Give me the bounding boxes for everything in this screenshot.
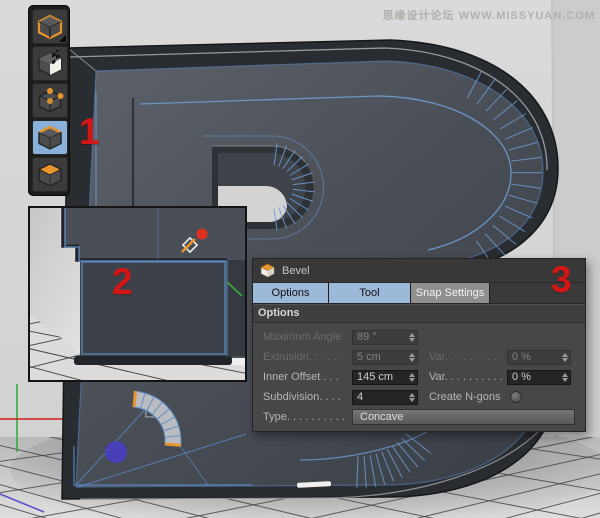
extrusion-row: Extrusion. . . . . . 5 cm Var. . . . . .… (263, 347, 579, 367)
edges-mode-button[interactable] (32, 120, 68, 155)
inner-offset-label: Inner Offset . . . (263, 371, 352, 383)
annotation-step-1: 1 (79, 113, 100, 150)
maximum-angle-label: Maximum Angle (263, 331, 352, 343)
bevel-cube-icon (260, 263, 275, 278)
dialog-titlebar[interactable]: Bevel (253, 259, 585, 283)
points-mode-icon (36, 87, 64, 115)
watermark-text: 思缘设计论坛 WWW.MISSYUAN.COM (383, 7, 595, 23)
points-mode-button[interactable] (32, 83, 68, 118)
type-dropdown[interactable]: Concave (352, 409, 575, 425)
inset-geometry (61, 208, 245, 365)
spinner[interactable] (562, 373, 568, 382)
inner-offset-var-label: Var. . . . . . . . . . (429, 371, 507, 383)
type-row: Type. . . . . . . . . . Concave (263, 407, 579, 427)
polygons-mode-icon (36, 161, 64, 189)
spinner[interactable] (562, 353, 568, 362)
subdivision-label: Subdivision. . . . (263, 391, 352, 403)
spinner[interactable] (409, 353, 415, 362)
tab-tool[interactable]: Tool (329, 283, 411, 303)
dialog-tabs: Options Tool Snap Settings (253, 283, 585, 304)
flyout-corner (59, 35, 66, 42)
polygons-mode-button[interactable] (32, 157, 68, 192)
blue-point-handle[interactable] (105, 441, 127, 463)
extrusion-label: Extrusion. . . . . . (263, 351, 352, 363)
make-editable-button[interactable] (32, 9, 68, 44)
spinner[interactable] (409, 373, 415, 382)
edges-mode-icon (36, 124, 64, 152)
annotation-step-2: 2 (112, 263, 133, 300)
extrusion-var-label: Var. . . . . . . . . . (429, 351, 507, 363)
tab-snap-settings[interactable]: Snap Settings (411, 283, 490, 303)
subdivision-field[interactable]: 4 (352, 390, 418, 405)
maximum-angle-field[interactable]: 89 ° (352, 330, 418, 345)
inner-offset-field[interactable]: 145 cm (352, 370, 418, 385)
bevel-tool-dialog: Bevel Options Tool Snap Settings Options… (252, 258, 586, 432)
extrusion-field[interactable]: 5 cm (352, 350, 418, 365)
orange-selected-edge[interactable] (134, 391, 135, 407)
create-ngons-checkbox[interactable] (510, 391, 522, 403)
texture-mode-button[interactable] (32, 46, 68, 81)
create-ngons-label: Create N-gons (429, 391, 507, 403)
type-label: Type. . . . . . . . . . (263, 411, 352, 423)
orange-selected-edge[interactable] (165, 444, 181, 445)
zoom-inset-screenshot (28, 206, 247, 382)
spinner[interactable] (409, 333, 415, 342)
dialog-body: Maximum Angle 89 ° Extrusion. . . . . . … (253, 323, 585, 427)
annotation-step-3: 3 (551, 261, 572, 298)
inner-offset-row: Inner Offset . . . 145 cm Var. . . . . .… (263, 367, 579, 387)
cinema4d-viewport-screenshot: Bevel Options Tool Snap Settings Options… (0, 0, 600, 518)
tab-options[interactable]: Options (253, 283, 329, 303)
spinner[interactable] (409, 393, 415, 402)
dialog-title: Bevel (282, 265, 310, 277)
maximum-angle-row: Maximum Angle 89 ° (263, 327, 579, 347)
subdivision-row: Subdivision. . . . 4 Create N-gons (263, 387, 579, 407)
inner-offset-var-field[interactable]: 0 % (507, 370, 571, 385)
red-point-handle[interactable] (197, 229, 208, 240)
options-section-header[interactable]: Options (253, 304, 585, 323)
extrusion-var-field[interactable]: 0 % (507, 350, 571, 365)
mode-toolbar (28, 5, 70, 196)
texture-mode-icon (36, 50, 64, 78)
